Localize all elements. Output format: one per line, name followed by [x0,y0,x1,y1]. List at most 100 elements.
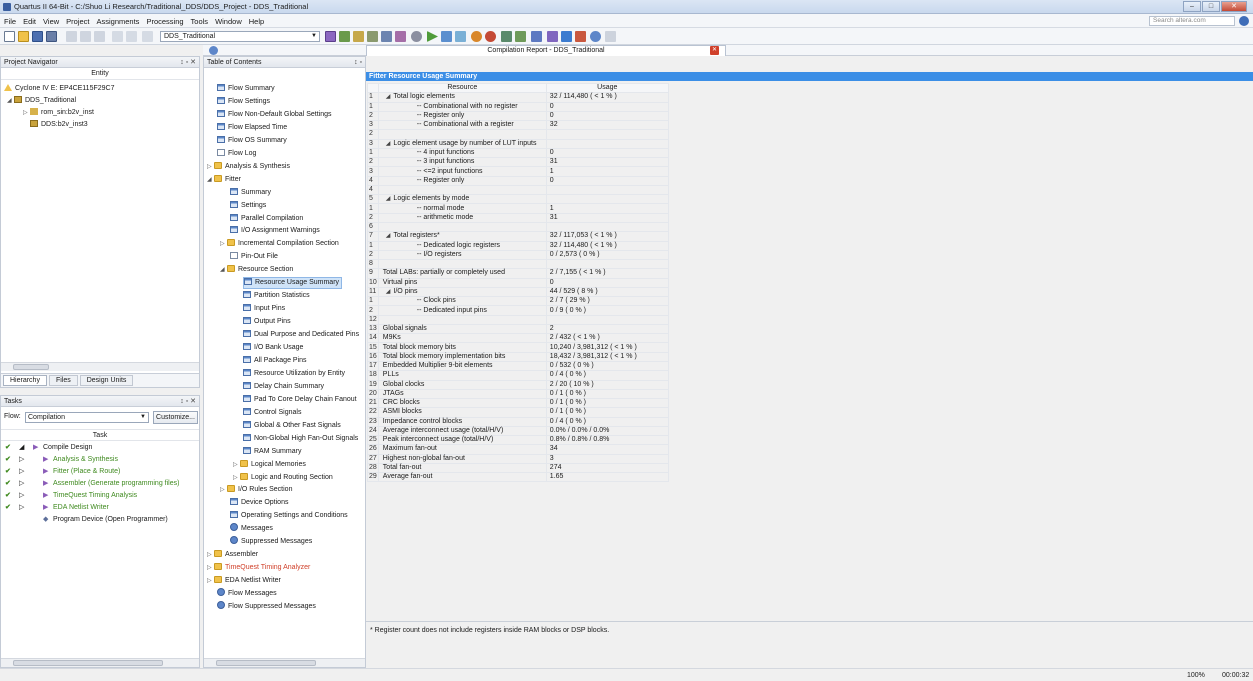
tab-files[interactable]: Files [48,375,78,386]
toc-item[interactable]: Flow OS Summary [217,135,287,147]
programmer-icon[interactable] [547,31,558,42]
toc-item[interactable]: Pin-Out File [230,251,278,263]
table-row[interactable]: 2 [367,129,669,140]
save-all-icon[interactable] [46,31,57,42]
toc-item[interactable]: Summary [230,187,271,199]
task-item[interactable]: ✔ ▷ ▶ Fitter (Place & Route) [1,466,199,478]
table-row[interactable]: 1 -- 4 input functions 0 [367,147,669,159]
toc-item[interactable]: Global & Other Fast Signals [243,420,341,432]
tree-item-top[interactable]: ◢ DDS_Traditional [7,95,76,107]
toc-item[interactable]: Messages [230,523,273,535]
table-row[interactable]: 1 -- Dedicated logic registers 32 / 114,48… [367,240,669,251]
entity-column-header[interactable]: Entity [1,68,199,80]
toc-item[interactable]: Resource Usage Summary [243,277,343,290]
fitter-icon[interactable] [455,31,466,42]
menu-project[interactable]: Project [66,17,89,26]
table-row[interactable]: 23 Impedance control blocks 0 / 4 ( 0 % ) [367,416,669,427]
table-row[interactable]: 10 Virtual pins 0 [367,277,669,288]
task-item[interactable]: ✔ ▷ ▶ EDA Netlist Writer [1,502,199,514]
tree-item-dds[interactable]: DDS:b2v_inst3 [30,119,88,131]
toc-item[interactable]: Input Pins [243,303,285,315]
tab-compilation-report[interactable]: Compilation Report - DDS_Traditional [366,45,726,56]
table-row[interactable]: 11 ◢ I/O pins 44 / 529 ( 8 % ) [367,286,669,298]
toc-item[interactable]: ▷ Logic and Routing Section [233,472,333,484]
task-item[interactable]: ◆ Program Device (Open Programmer) [1,514,199,526]
table-row[interactable]: 1 -- Clock pins 2 / 7 ( 29 % ) [367,296,669,307]
pin-planner-icon[interactable] [353,31,364,42]
table-row[interactable]: 9 Total LABs: partially or completely use… [367,268,669,279]
paste-icon[interactable] [94,31,105,42]
close-button[interactable]: ✕ [1221,1,1247,12]
usage-column-header[interactable]: Usage [545,82,669,94]
toc-item[interactable]: Flow Elapsed Time [217,122,287,134]
chip-planner-icon[interactable] [325,31,336,42]
toc-item[interactable]: Flow Suppressed Messages [217,601,316,613]
menu-assignments[interactable]: Assignments [97,17,140,26]
search-go-icon[interactable] [1239,16,1249,26]
menu-edit[interactable]: Edit [23,17,36,26]
table-row[interactable]: 16 Total block memory implementation bits… [367,351,669,362]
table-row[interactable]: 15 Total block memory bits 10,240 / 3,981,… [367,342,669,353]
scroll-thumb[interactable] [13,660,163,666]
table-row[interactable]: 2 -- arithmetic mode 31 [367,212,669,223]
table-row[interactable]: 12 [367,314,669,325]
resource-column-header[interactable]: Resource [377,82,547,94]
toc-item[interactable]: I/O Bank Usage [243,342,303,354]
toc-item[interactable]: ▷ Assembler [207,549,258,561]
table-row[interactable]: 2 -- I/O registers 0 / 2,573 ( 0 % ) [367,249,669,261]
expand-icon[interactable]: ◢ [382,289,394,295]
menu-processing[interactable]: Processing [146,17,183,26]
table-row[interactable]: 7 ◢ Total registers* 32 / 117,053 ( < 1 % ) [367,231,669,242]
toc-item[interactable]: I/O Assignment Warnings [230,225,320,237]
toc-item[interactable]: RAM Summary [243,446,301,458]
assignment-editor-icon[interactable] [339,31,350,42]
settings-icon[interactable] [395,31,406,42]
toc-item[interactable]: Delay Chain Summary [243,381,324,393]
expand-icon[interactable]: ◢ [382,233,394,239]
toc-item[interactable]: Suppressed Messages [230,536,312,548]
toc-item[interactable]: Operating Settings and Conditions [230,510,348,522]
maximize-button[interactable]: □ [1202,1,1220,12]
minimize-button[interactable]: – [1183,1,1201,12]
start-compilation-icon[interactable] [427,31,438,42]
toc-item[interactable]: Flow Settings [217,96,270,108]
close-tab-icon[interactable]: ✕ [710,46,719,55]
toc-item[interactable]: ▷ Incremental Compilation Section [220,238,339,250]
table-row[interactable]: 24 Average interconnect usage (total/H/V)… [367,425,669,437]
collapse-icon[interactable]: ▷ [233,459,240,471]
design-partitions-icon[interactable] [381,31,392,42]
toc-item[interactable]: Settings [230,200,266,212]
search-input[interactable]: Search altera.com [1149,16,1235,26]
table-row[interactable]: 26 Maximum fan-out 34 [367,444,669,455]
table-row[interactable]: 2 -- Register only 0 [367,110,669,122]
task-item[interactable]: ✔ ▷ ▶ Assembler (Generate programming files… [1,478,199,490]
horizontal-scrollbar[interactable] [1,362,199,371]
tree-item-rom[interactable]: ▷ rom_sin:b2v_inst [23,107,94,119]
expand-icon[interactable]: ◢ [220,264,227,276]
rtl-viewer-icon[interactable] [501,31,512,42]
menu-view[interactable]: View [43,17,59,26]
table-row[interactable]: 1 -- normal mode 1 [367,203,669,214]
help-icon[interactable] [590,31,601,42]
toc-item[interactable]: ▷ EDA Netlist Writer [207,575,281,587]
table-row[interactable]: 14 M9Ks 2 / 432 ( < 1 % ) [367,333,669,344]
table-row[interactable]: 2 -- 3 input functions 31 [367,157,669,168]
table-row[interactable]: 2 -- Dedicated input pins 0 / 9 ( 0 % ) [367,305,669,316]
cut-icon[interactable] [66,31,77,42]
table-row[interactable]: 5 ◢ Logic elements by mode [367,194,669,205]
toc-item[interactable]: Output Pins [243,316,291,328]
toc-item[interactable]: Flow Messages [217,588,277,600]
timing-settings-icon[interactable] [367,31,378,42]
table-row[interactable]: 20 JTAGs 0 / 1 ( 0 % ) [367,388,669,400]
toc-item[interactable]: Non-Global High Fan-Out Signals [243,433,358,445]
toc-item[interactable]: ◢ Fitter [207,174,241,186]
menu-tools[interactable]: Tools [191,17,209,26]
table-row[interactable]: 27 Highest non-global fan-out 3 [367,453,669,464]
toc-item[interactable]: Pad To Core Delay Chain Fanout [243,394,357,406]
tab-design-units[interactable]: Design Units [79,375,134,386]
undo-icon[interactable] [112,31,123,42]
expand-icon[interactable]: ◢ [382,94,394,100]
horizontal-scrollbar[interactable] [1,658,199,667]
table-row[interactable]: 1 -- Combinational with no register 0 [367,101,669,112]
stop-icon[interactable] [411,31,422,42]
